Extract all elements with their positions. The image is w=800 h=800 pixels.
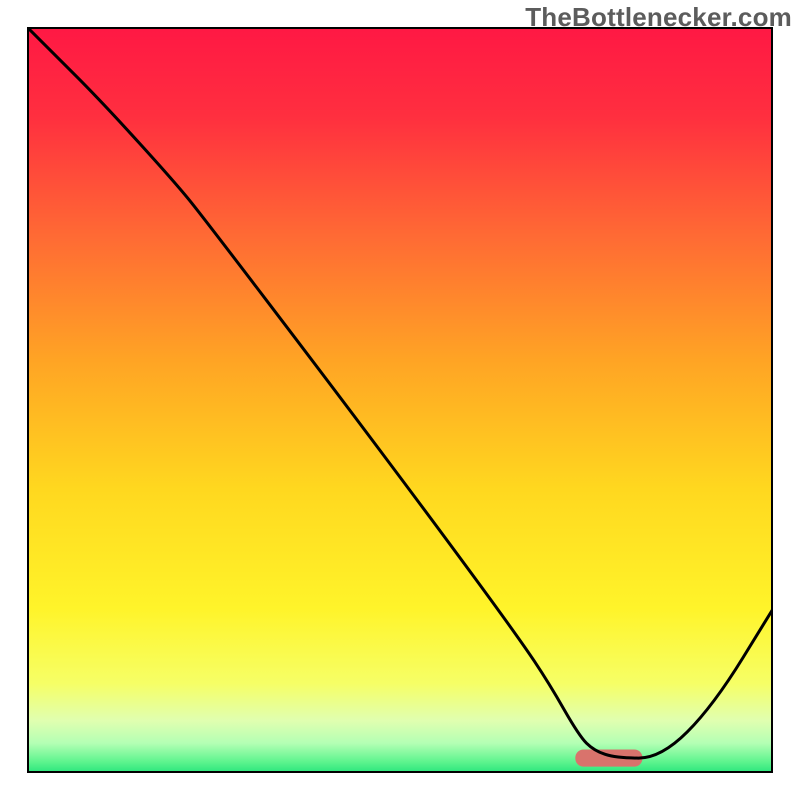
bottleneck-chart xyxy=(27,27,773,773)
plot-background xyxy=(27,27,773,773)
page-root: TheBottlenecker.com xyxy=(0,0,800,800)
